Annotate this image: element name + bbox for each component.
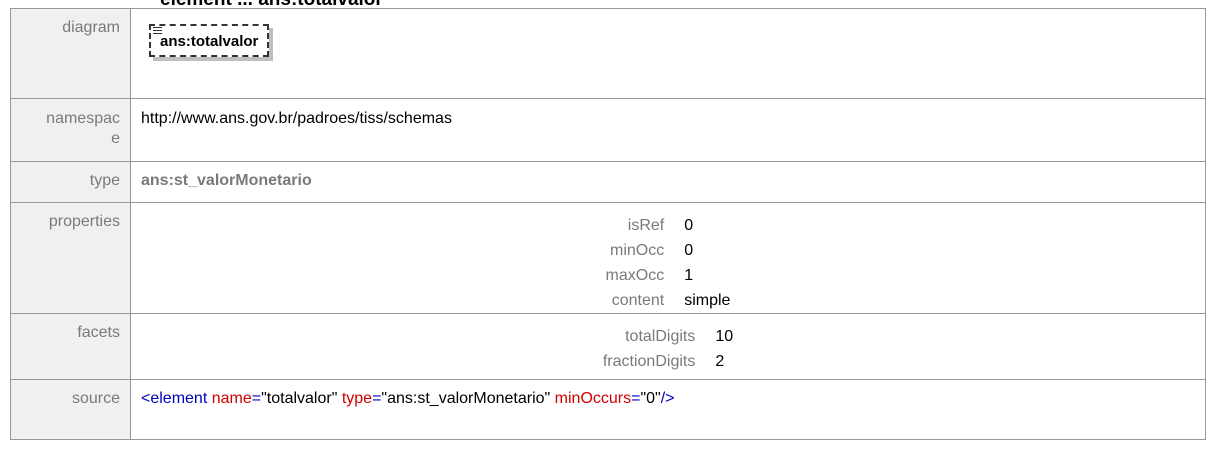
label-diagram: diagram xyxy=(11,9,131,99)
property-key: isRef xyxy=(627,217,665,234)
facet-value: 2 xyxy=(715,353,725,370)
list-icon xyxy=(153,27,162,35)
properties-table: isRef 0 minOcc 0 maxOcc 1 content simple xyxy=(596,213,741,313)
label-type: type xyxy=(11,162,131,203)
row-type: type ans:st_valorMonetario xyxy=(11,162,1206,203)
facets-table: totalDigits 10 fractionDigits 2 xyxy=(593,324,743,374)
property-key: minOcc xyxy=(609,242,665,259)
label-facets: facets xyxy=(11,314,131,380)
property-value: 0 xyxy=(684,217,694,234)
type-cell: ans:st_valorMonetario xyxy=(131,162,1206,203)
property-row: maxOcc 1 xyxy=(596,263,741,288)
xml-attr-value: "ans:st_valorMonetario" xyxy=(381,390,551,407)
property-row: isRef 0 xyxy=(596,213,741,238)
facet-value: 10 xyxy=(715,328,734,345)
property-row: minOcc 0 xyxy=(596,238,741,263)
label-source: source xyxy=(11,380,131,440)
xml-attr-name: minOccurs xyxy=(554,390,632,407)
diagram-element-name: ans:totalvalor xyxy=(160,33,259,50)
type-value: ans:st_valorMonetario xyxy=(141,172,312,189)
property-key: content xyxy=(611,292,665,309)
label-properties: properties xyxy=(11,203,131,314)
xml-attr-value: "0" xyxy=(640,390,661,407)
facet-row: totalDigits 10 xyxy=(593,324,743,349)
facets-cell: totalDigits 10 fractionDigits 2 xyxy=(131,314,1206,380)
label-namespace-line1: namespac xyxy=(46,110,120,127)
source-cell: <element name="totalvalor" type="ans:st_… xyxy=(131,380,1206,440)
source-code: <element name="totalvalor" type="ans:st_… xyxy=(141,380,1195,408)
xml-attr-name: name xyxy=(211,390,252,407)
row-source: source <element name="totalvalor" type="… xyxy=(11,380,1206,440)
row-namespace: namespac e http://www.ans.gov.br/padroes… xyxy=(11,99,1206,162)
row-facets: facets totalDigits 10 fractionDigits 2 xyxy=(11,314,1206,380)
xml-equals: = xyxy=(251,390,262,407)
xml-attr-name: type xyxy=(341,390,373,407)
namespace-cell: http://www.ans.gov.br/padroes/tiss/schem… xyxy=(131,99,1206,162)
element-diagram-box[interactable]: ans:totalvalor xyxy=(149,24,270,57)
property-value: 0 xyxy=(684,242,694,259)
xml-close-tag: /> xyxy=(660,390,675,407)
properties-cell: isRef 0 minOcc 0 maxOcc 1 content simple xyxy=(131,203,1206,314)
facet-key: totalDigits xyxy=(625,328,696,345)
element-documentation-table: diagram ans:totalvalor namespac e http:/… xyxy=(10,8,1206,440)
diagram-cell: ans:totalvalor xyxy=(131,9,1206,99)
property-row: content simple xyxy=(596,288,741,313)
row-diagram: diagram ans:totalvalor xyxy=(11,9,1206,99)
facet-key: fractionDigits xyxy=(602,353,696,370)
property-value: simple xyxy=(684,292,731,309)
xml-attr-value: "totalvalor" xyxy=(261,390,338,407)
label-namespace: namespac e xyxy=(11,99,131,162)
row-properties: properties isRef 0 minOcc 0 maxOcc 1 conten… xyxy=(11,203,1206,314)
namespace-value: http://www.ans.gov.br/padroes/tiss/schem… xyxy=(141,110,452,127)
facet-row: fractionDigits 2 xyxy=(593,349,743,374)
property-key: maxOcc xyxy=(605,267,665,284)
label-namespace-line2: e xyxy=(111,130,120,147)
xml-open-tag: <element xyxy=(141,390,208,407)
property-value: 1 xyxy=(684,267,694,284)
